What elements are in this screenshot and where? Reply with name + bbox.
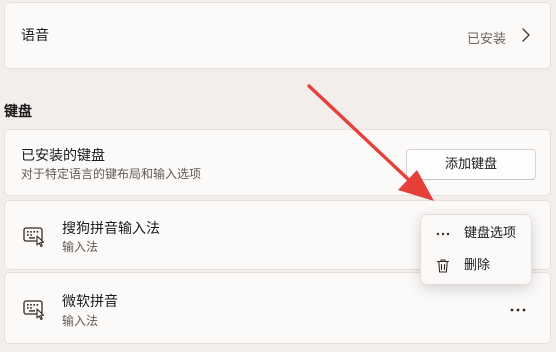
keyboard-item-type: 输入法	[62, 314, 99, 328]
keyboard-section-heading: 键盘	[4, 104, 32, 120]
speech-status: 已安装	[466, 32, 506, 47]
keyboard-context-menu: 键盘选项 删除	[420, 214, 532, 285]
more-options-button[interactable]	[508, 300, 528, 320]
more-horizontal-icon	[436, 232, 450, 236]
keyboard-icon	[23, 227, 45, 248]
add-keyboard-button[interactable]: 添加键盘	[406, 149, 536, 180]
menu-item-keyboard-options[interactable]: 键盘选项	[425, 219, 529, 249]
installed-keyboards-row: 已安装的键盘 对于特定语言的键布局和输入选项 添加键盘	[4, 129, 551, 196]
keyboard-item-type: 输入法	[62, 240, 99, 254]
chevron-right-icon	[522, 28, 530, 42]
menu-item-label: 键盘选项	[464, 226, 517, 241]
speech-title: 语音	[21, 28, 49, 44]
installed-keyboards-title: 已安装的键盘	[21, 148, 105, 164]
menu-item-delete[interactable]: 删除	[425, 251, 529, 281]
speech-settings-row[interactable]: 语音 已安装	[4, 2, 551, 69]
keyboard-item-name: 搜狗拼音输入法	[62, 221, 160, 237]
menu-item-label: 删除	[464, 258, 491, 273]
keyboard-icon	[23, 300, 45, 321]
keyboard-item-name: 微软拼音	[62, 294, 118, 310]
trash-icon	[436, 259, 450, 273]
installed-keyboards-description: 对于特定语言的键布局和输入选项	[21, 167, 202, 181]
